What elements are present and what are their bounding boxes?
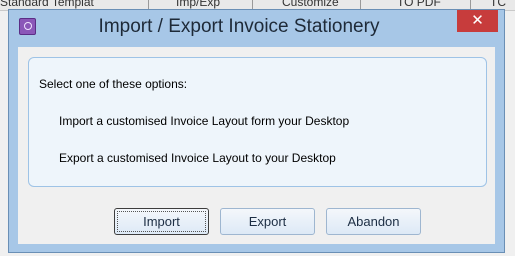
options-prompt: Select one of these options: bbox=[39, 77, 188, 91]
import-export-dialog: Import / Export Invoice Stationery ✕ Sel… bbox=[8, 9, 505, 253]
option-export-layout[interactable]: Export a customised Invoice Layout to yo… bbox=[59, 151, 336, 165]
close-icon: ✕ bbox=[471, 12, 484, 29]
dialog-title: Import / Export Invoice Stationery bbox=[98, 16, 380, 37]
option-import-layout[interactable]: Import a customised Invoice Layout form … bbox=[59, 114, 349, 128]
close-button[interactable]: ✕ bbox=[457, 10, 498, 32]
title-bar[interactable]: Import / Export Invoice Stationery ✕ bbox=[9, 10, 504, 44]
abandon-button[interactable]: Abandon bbox=[326, 208, 421, 235]
export-button[interactable]: Export bbox=[220, 208, 315, 235]
background-cell: Customize bbox=[282, 0, 339, 9]
background-cell: Imp/Exp bbox=[176, 0, 221, 9]
dialog-client-area: Select one of these options: Import a cu… bbox=[18, 47, 495, 244]
import-button[interactable]: Import bbox=[114, 208, 209, 235]
background-cell: Standard Templat bbox=[0, 0, 94, 9]
options-panel: Select one of these options: Import a cu… bbox=[28, 57, 487, 187]
background-cell: TC bbox=[490, 0, 506, 9]
background-cell: TO PDF bbox=[397, 0, 441, 9]
